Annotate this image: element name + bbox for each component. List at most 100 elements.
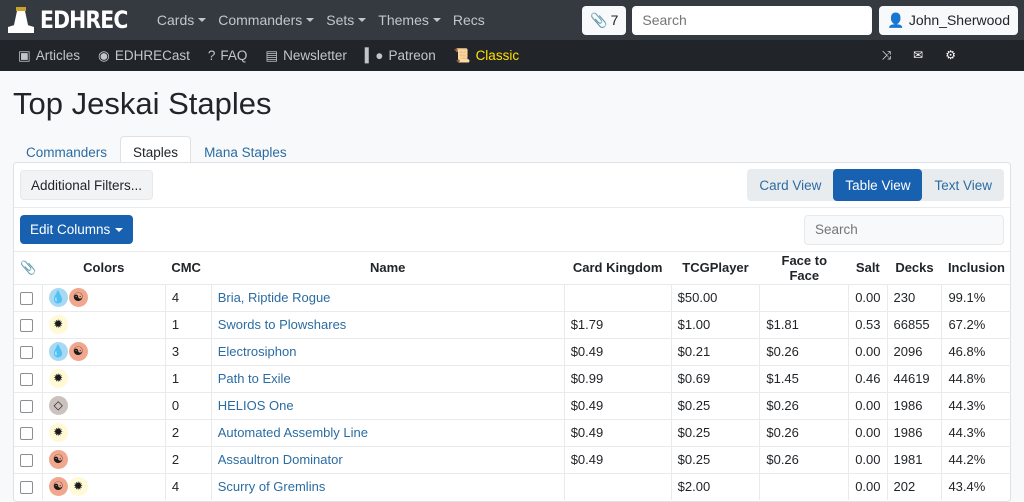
mail-icon[interactable]: ✉ — [913, 48, 923, 63]
secondary-navbar: ▣ Articles ◉ EDHRECast ? FAQ ▤ Newsletter ▍●… — [0, 40, 1024, 71]
card-name-link[interactable]: Scurry of Gremlins — [218, 479, 326, 494]
nav-themes[interactable]: Themes — [378, 12, 441, 28]
table-search-input[interactable] — [804, 214, 1004, 245]
card-name-link[interactable]: Swords to Plowshares — [218, 317, 347, 332]
page-title: Top Jeskai Staples — [13, 86, 272, 121]
deck-count: 1981 — [886, 445, 942, 473]
row-checkbox[interactable] — [20, 346, 33, 360]
subnav-faq[interactable]: ? FAQ — [208, 48, 248, 63]
face-to-face-price — [759, 283, 849, 311]
caret-down-icon — [306, 18, 315, 22]
white-mana-icon: ✹ — [48, 423, 68, 442]
table-row: ☯ ✹ 4 Scurry of Gremlins $2.00 0.00 202 4… — [14, 472, 1011, 500]
card-name-link[interactable]: Electrosiphon — [218, 344, 297, 359]
logo-tower-icon — [8, 7, 34, 33]
face-to-face-price: $1.45 — [759, 364, 849, 392]
name-cell: Electrosiphon — [210, 337, 565, 365]
row-checkbox[interactable] — [20, 427, 33, 441]
subnav-patreon[interactable]: ▍● Patreon — [365, 48, 436, 64]
card-name-link[interactable]: Automated Assembly Line — [218, 425, 368, 440]
text-view-button[interactable]: Text View — [922, 169, 1004, 201]
header-name[interactable]: Name — [211, 252, 564, 284]
row-checkbox[interactable] — [20, 481, 33, 495]
deck-count: 1986 — [886, 418, 942, 446]
clipboard-button[interactable]: 📎 7 — [582, 5, 627, 35]
header-card-kingdom[interactable]: Card Kingdom — [564, 252, 671, 284]
user-icon: 👤 — [887, 11, 905, 28]
row-checkbox[interactable] — [20, 319, 33, 333]
row-select-cell — [14, 310, 43, 338]
inclusion-rate: 44.2% — [941, 445, 1011, 473]
tcgplayer-price: $0.25 — [670, 418, 760, 446]
name-cell: Bria, Riptide Rogue — [210, 283, 565, 311]
red-mana-icon: ☯ — [48, 450, 68, 469]
table-view-button[interactable]: Table View — [833, 169, 923, 201]
table-body: 💧 ☯ 4 Bria, Riptide Rogue $50.00 0.00 230… — [14, 283, 1011, 500]
paperclip-icon: 📎 — [590, 11, 608, 28]
header-decks[interactable]: Decks — [887, 252, 942, 284]
card-kingdom-price: $0.99 — [563, 364, 672, 392]
table-row: ◇ 0 HELIOS One $0.49 $0.25 $0.26 0.00 19… — [14, 391, 1011, 419]
nav-commanders[interactable]: Commanders — [218, 12, 315, 28]
site-search-input[interactable] — [632, 5, 873, 35]
cmc-cell: 3 — [164, 337, 212, 365]
deck-count: 230 — [886, 283, 942, 311]
caret-down-icon — [115, 227, 124, 232]
card-name-link[interactable]: Assaultron Dominator — [218, 452, 343, 467]
subnav-classic[interactable]: 📜 Classic — [454, 48, 519, 64]
tcgplayer-price: $0.69 — [670, 364, 760, 392]
row-checkbox[interactable] — [20, 454, 33, 468]
nav-label: Cards — [156, 12, 195, 28]
user-menu-button[interactable]: 👤 John_Sherwood — [879, 5, 1018, 35]
header-salt[interactable]: Salt — [849, 252, 887, 284]
header-inclusion[interactable]: Inclusion — [942, 252, 1011, 284]
edhrec-logo[interactable]: EDHREC — [6, 5, 143, 35]
table-controls-row: Edit Columns — [14, 208, 1010, 252]
table-row: ✹ 1 Path to Exile $0.99 $0.69 $1.45 0.46… — [14, 364, 1011, 392]
inclusion-rate: 44.3% — [941, 418, 1011, 446]
table-header-row: 📎 Colors CMC Name Card Kingdom TCGPlayer… — [14, 252, 1011, 284]
red-mana-icon: ☯ — [68, 342, 88, 361]
white-mana-icon: ✹ — [48, 369, 68, 388]
deck-count: 1986 — [886, 391, 942, 419]
row-checkbox[interactable] — [20, 292, 33, 306]
card-view-button[interactable]: Card View — [747, 169, 833, 201]
header-face-to-face[interactable]: Face to Face — [760, 252, 849, 284]
row-checkbox[interactable] — [20, 400, 33, 414]
random-shuffle-icon[interactable]: ⤨ — [882, 48, 892, 63]
subnav-label: Patreon — [388, 48, 436, 63]
subnav-edhrecast[interactable]: ◉ EDHRECast — [98, 48, 190, 64]
top-navbar: EDHREC Cards Commanders Sets Themes Recs… — [0, 0, 1024, 40]
paperclip-header-icon[interactable]: 📎 — [14, 252, 42, 284]
question-icon: ? — [207, 48, 216, 63]
nav-recs[interactable]: Recs — [453, 12, 485, 28]
additional-filters-button[interactable]: Additional Filters... — [20, 170, 154, 200]
card-name-link[interactable]: Bria, Riptide Rogue — [218, 290, 331, 305]
caret-down-icon — [432, 18, 441, 22]
tcgplayer-price: $50.00 — [670, 283, 760, 311]
header-tcgplayer[interactable]: TCGPlayer — [671, 252, 760, 284]
row-checkbox[interactable] — [20, 373, 33, 387]
edit-columns-label: Edit Columns — [30, 222, 111, 237]
card-name-link[interactable]: Path to Exile — [218, 371, 291, 386]
nav-sets[interactable]: Sets — [326, 12, 367, 28]
nav-cards[interactable]: Cards — [156, 12, 207, 28]
settings-gear-icon[interactable]: ⚙ — [945, 48, 956, 63]
edit-columns-button[interactable]: Edit Columns — [20, 215, 134, 244]
username: John_Sherwood — [908, 12, 1010, 28]
card-name-link[interactable]: HELIOS One — [218, 398, 294, 413]
utility-icons: ⤨ ✉ ⚙ — [882, 48, 956, 63]
header-colors[interactable]: Colors — [42, 252, 165, 284]
subnav-newsletter[interactable]: ▤ Newsletter — [265, 48, 347, 64]
face-to-face-price: $0.26 — [759, 418, 849, 446]
subnav-articles[interactable]: ▣ Articles — [18, 48, 80, 64]
face-to-face-price: $0.26 — [759, 445, 849, 473]
subnav-label: Classic — [475, 48, 520, 63]
deck-count: 44619 — [886, 364, 942, 392]
inclusion-rate: 43.4% — [941, 472, 1011, 500]
patreon-icon: ▍● — [364, 47, 384, 63]
inclusion-rate: 46.8% — [941, 337, 1011, 365]
card-kingdom-price: $0.49 — [563, 445, 672, 473]
header-cmc[interactable]: CMC — [165, 252, 211, 284]
salt-score: 0.46 — [848, 364, 887, 392]
